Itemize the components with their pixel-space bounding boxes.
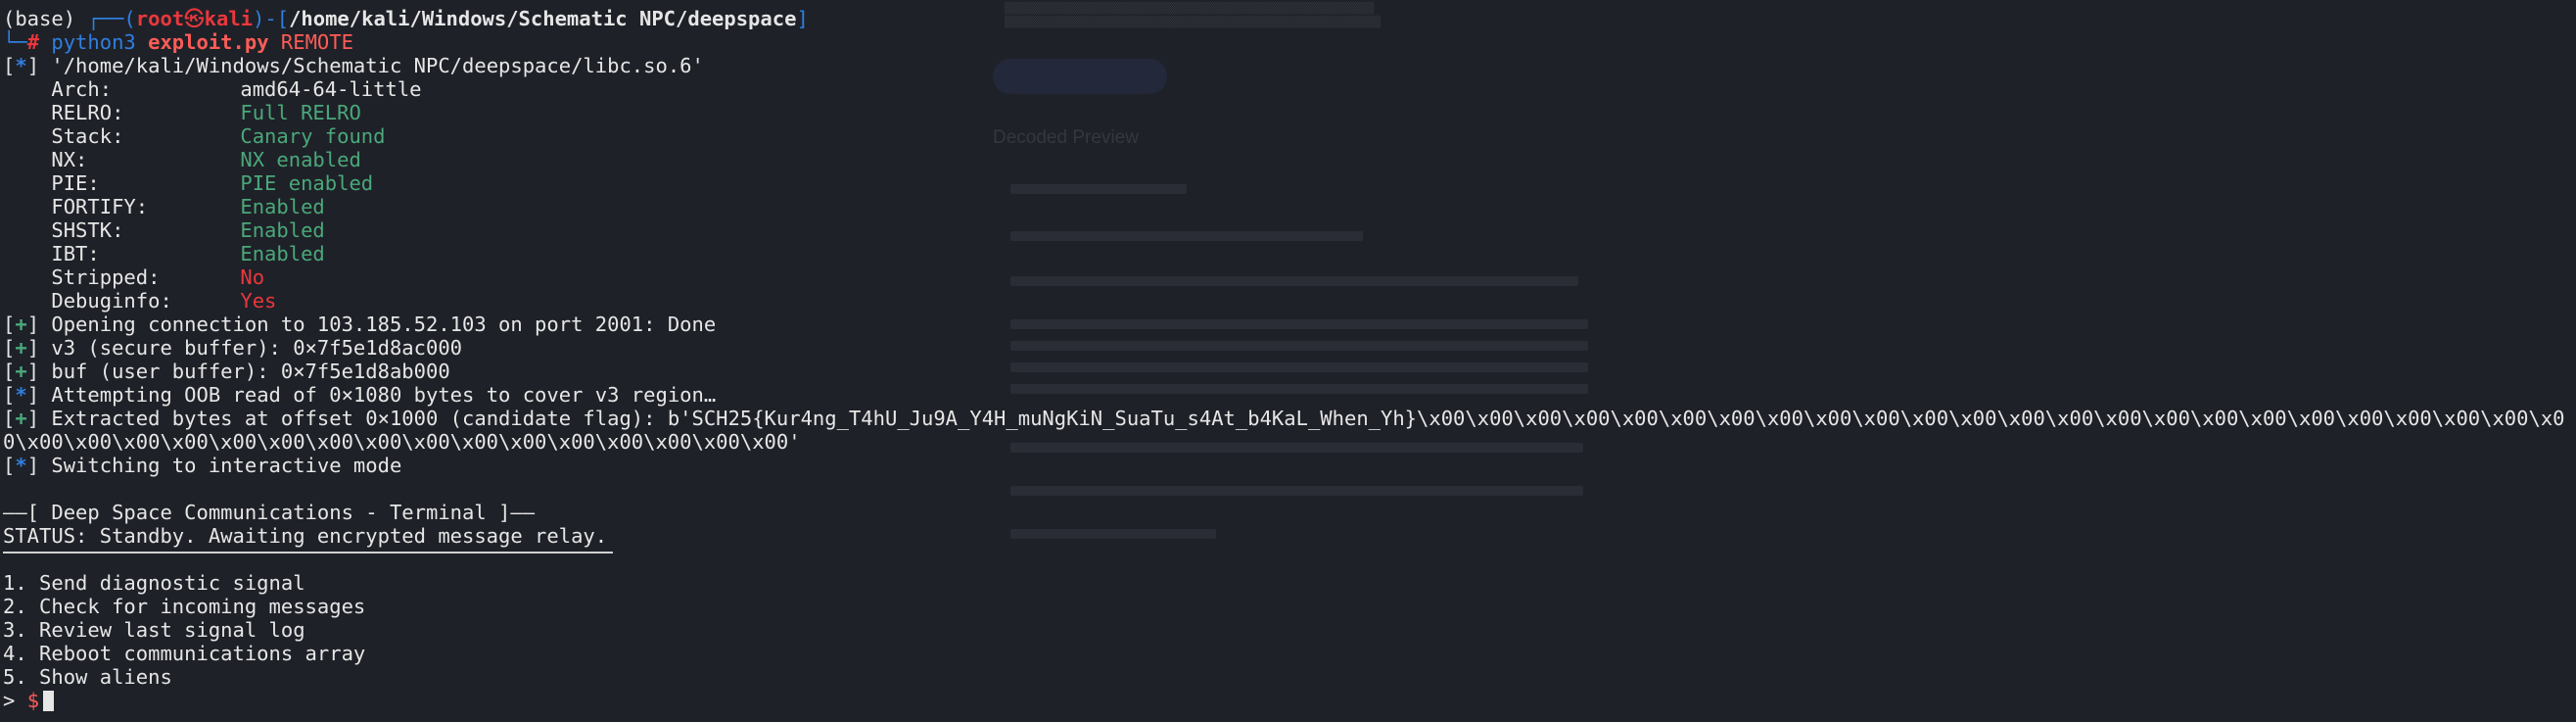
prompt-hash: #: [26, 30, 40, 54]
remote-menu: 1. Send diagnostic signal 2. Check for in…: [3, 571, 2565, 689]
checksec-row: Stack: Canary found: [3, 124, 2565, 148]
info-star-icon: *: [15, 454, 27, 477]
remote-header: ——[ Deep Space Communications - Terminal…: [3, 501, 536, 524]
success-plus-icon: +: [15, 360, 27, 383]
checksec-row: Debuginfo: Yes: [3, 289, 2565, 313]
prompt-path: /home/kali/Windows/Schematic NPC/deepspa…: [289, 7, 797, 30]
log-line: [+] Extracted bytes at offset 0×1000 (ca…: [3, 407, 2565, 430]
exploit-log: [+] Opening connection to 103.185.52.103…: [3, 313, 2565, 477]
prompt-corner-top: ┌──(: [87, 7, 136, 30]
checksec-value: No: [240, 265, 265, 289]
conda-env: (base): [3, 7, 76, 30]
checksec-key: IBT:: [51, 242, 100, 265]
checksec-value: Enabled: [240, 195, 325, 218]
success-plus-icon: +: [15, 336, 27, 360]
checksec-value: Enabled: [240, 242, 325, 265]
remote-status: STATUS: Standby. Awaiting encrypted mess…: [3, 524, 608, 548]
interactive-input-line[interactable]: > $: [3, 689, 2565, 712]
libc-info-line: [*] '/home/kali/Windows/Schematic NPC/de…: [3, 54, 704, 77]
input-prompt-dollar: $: [26, 689, 40, 712]
checksec-key: RELRO:: [51, 101, 124, 124]
input-prefix: >: [3, 689, 16, 712]
checksec-row: NX: NX enabled: [3, 148, 2565, 171]
checksec-row: Arch: amd64-64-little: [3, 77, 2565, 101]
separator-line: [3, 548, 2565, 571]
menu-option-5: 5. Show aliens: [3, 665, 172, 689]
log-text-wrap: 0\x00\x00\x00\x00\x00\x00\x00\x00\x00\x0…: [3, 430, 801, 454]
checksec-value: Full RELRO: [240, 101, 361, 124]
checksec-key: NX:: [51, 148, 88, 171]
checksec-key: FORTIFY:: [51, 195, 149, 218]
prompt-host: kali: [204, 7, 254, 30]
checksec-block: Arch: amd64-64-little RELRO: Full RELRO St…: [3, 77, 2565, 313]
success-plus-icon: +: [15, 407, 27, 430]
log-line: [+] Opening connection to 103.185.52.103…: [3, 313, 717, 336]
checksec-value: amd64-64-little: [240, 77, 422, 101]
checksec-row: IBT: Enabled: [3, 242, 2565, 265]
checksec-key: PIE:: [51, 171, 100, 195]
log-line: 0\x00\x00\x00\x00\x00\x00\x00\x00\x00\x0…: [3, 430, 2565, 454]
checksec-value: Yes: [240, 289, 277, 313]
info-star-icon: *: [15, 54, 27, 77]
terminal-output[interactable]: (base) ┌──(root㉿kali)-[/home/kali/Window…: [3, 7, 2565, 712]
checksec-value: Enabled: [240, 218, 325, 242]
checksec-value: NX enabled: [240, 148, 361, 171]
checksec-row: FORTIFY: Enabled: [3, 195, 2565, 218]
prompt-at-icon: ㉿: [184, 7, 205, 30]
checksec-row: RELRO: Full RELRO: [3, 101, 2565, 124]
log-text: Extracted bytes at offset 0×1000 (candid…: [51, 407, 2565, 430]
prompt-mid: )-[: [253, 7, 290, 30]
log-text: buf (user buffer): 0×7f5e1d8ab000: [51, 360, 450, 383]
log-text: Opening connection to 103.185.52.103 on …: [51, 313, 717, 336]
checksec-row: SHSTK: Enabled: [3, 218, 2565, 242]
log-line: [*] Attempting OOB read of 0×1080 bytes …: [3, 383, 717, 407]
menu-option-2: 2. Check for incoming messages: [3, 595, 366, 618]
log-text: v3 (secure buffer): 0×7f5e1d8ac000: [51, 336, 463, 360]
prompt-user: root: [135, 7, 185, 30]
checksec-value: PIE enabled: [240, 171, 374, 195]
command-script: exploit.py: [148, 30, 269, 54]
shell-command-line: └─# python3 exploit.py REMOTE: [3, 30, 2565, 54]
log-line: [*] Switching to interactive mode: [3, 454, 402, 477]
menu-option-3: 3. Review last signal log: [3, 618, 305, 642]
checksec-row: Stripped: No: [3, 265, 2565, 289]
shell-prompt-line: (base) ┌──(root㉿kali)-[/home/kali/Window…: [3, 7, 2565, 30]
checksec-key: Stack:: [51, 124, 124, 148]
log-text: Attempting OOB read of 0×1080 bytes to c…: [51, 383, 717, 407]
menu-option-4: 4. Reboot communications array: [3, 642, 366, 665]
libc-path: '/home/kali/Windows/Schematic NPC/deepsp…: [51, 54, 704, 77]
checksec-row: PIE: PIE enabled: [3, 171, 2565, 195]
checksec-key: Arch:: [51, 77, 113, 101]
prompt-close: ]: [796, 7, 809, 30]
info-star-icon: *: [15, 383, 27, 407]
command-arg: REMOTE: [280, 30, 353, 54]
text-cursor[interactable]: [43, 691, 55, 711]
log-text: Switching to interactive mode: [51, 454, 402, 477]
menu-option-1: 1. Send diagnostic signal: [3, 571, 305, 595]
checksec-key: Stripped:: [51, 265, 161, 289]
prompt-corner-bottom: └─: [3, 30, 27, 54]
success-plus-icon: +: [15, 313, 27, 336]
log-line: [+] buf (user buffer): 0×7f5e1d8ab000: [3, 360, 450, 383]
checksec-key: SHSTK:: [51, 218, 124, 242]
checksec-value: Canary found: [240, 124, 386, 148]
checksec-key: Debuginfo:: [51, 289, 172, 313]
log-line: [+] v3 (secure buffer): 0×7f5e1d8ac000: [3, 336, 463, 360]
command-name: python3: [51, 30, 136, 54]
